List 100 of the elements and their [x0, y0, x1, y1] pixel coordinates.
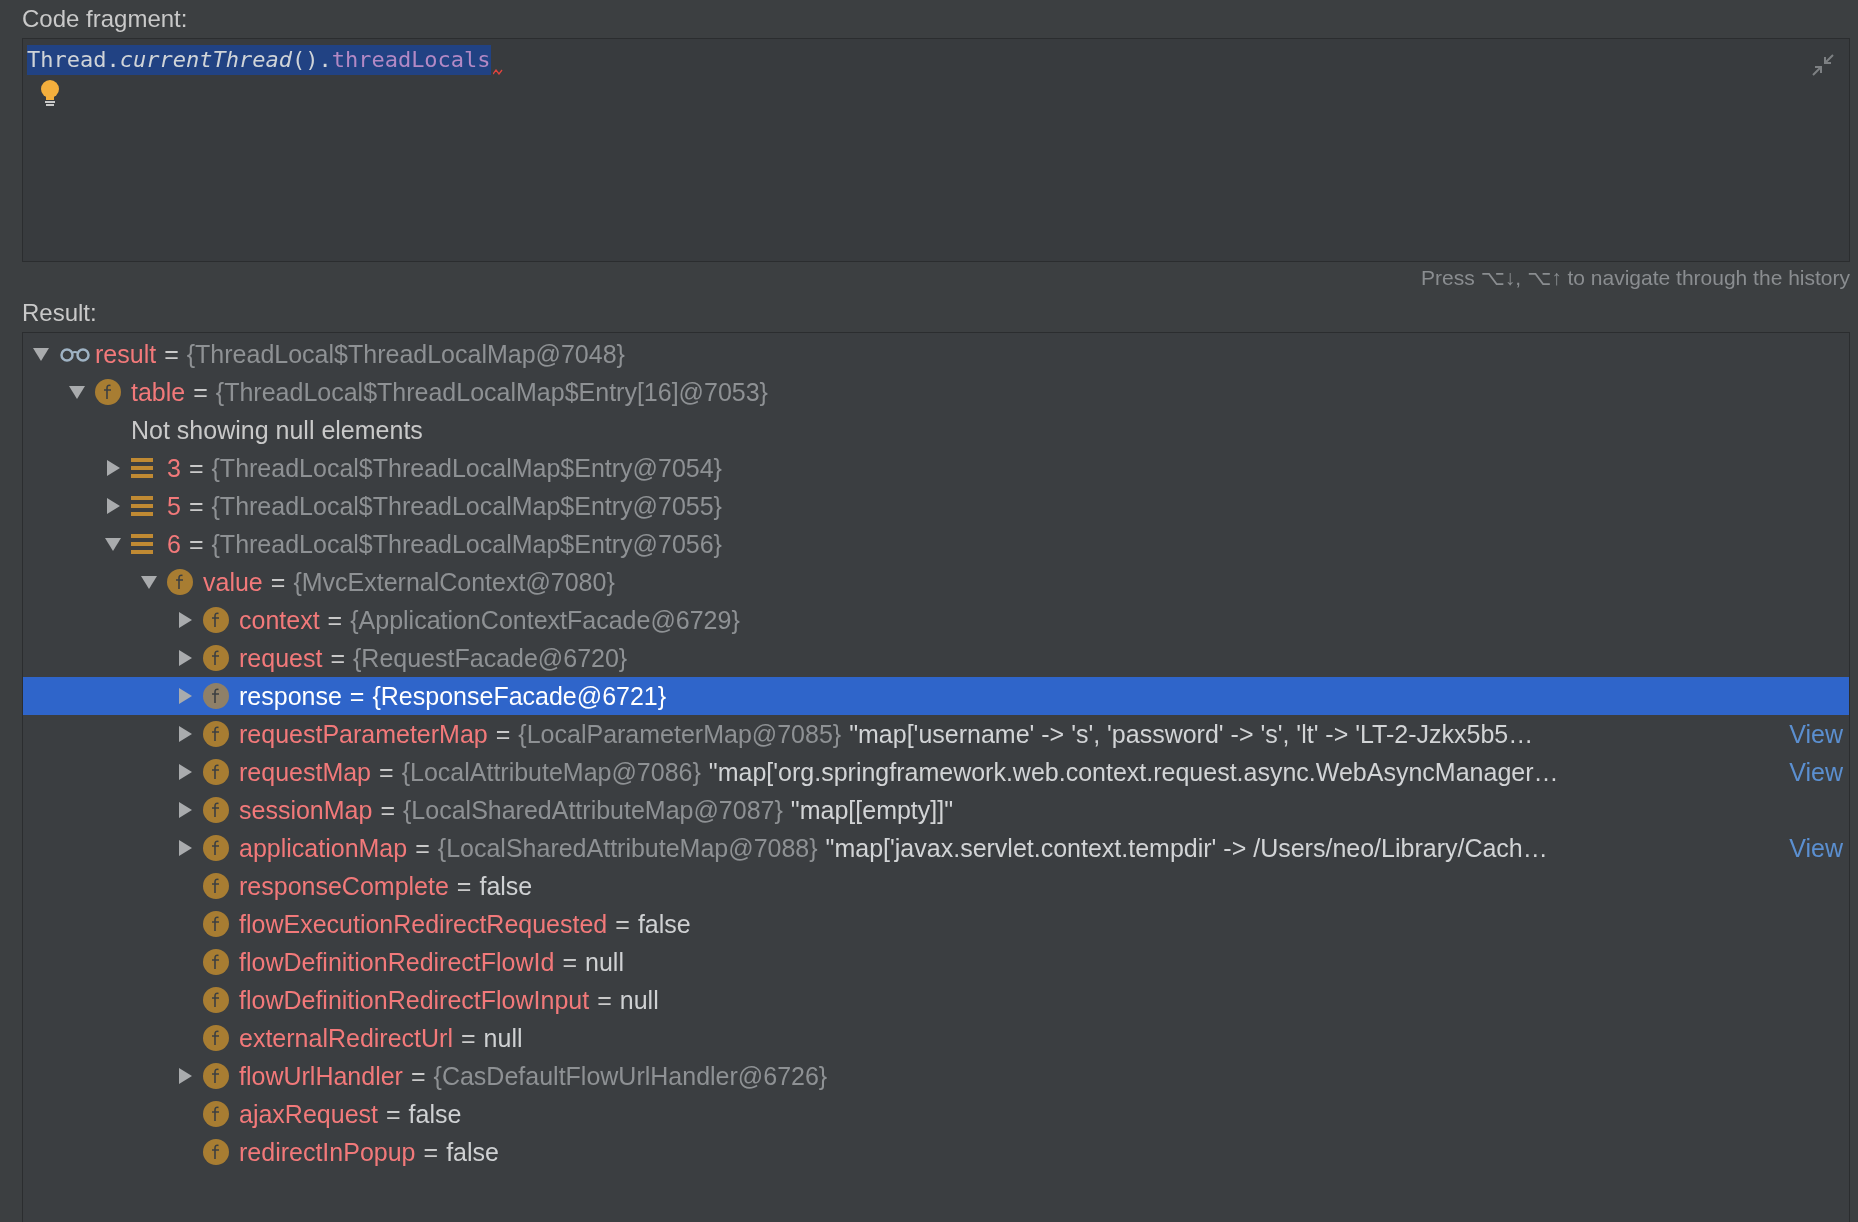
variable-value: null — [483, 1023, 523, 1053]
variable-value: false — [479, 871, 533, 901]
caret-right-icon[interactable] — [177, 802, 193, 818]
tree-row[interactable]: table = {ThreadLocal$ThreadLocalMap$Entry[16]@7053} — [23, 373, 1849, 411]
equals-sign: = — [330, 643, 345, 673]
string-value: "map['org.springframework.web.context.request.async.WebAsyncManager… — [708, 757, 1559, 787]
variable-value: {ApplicationContextFacade@6729} — [350, 605, 740, 635]
field-icon — [203, 949, 229, 975]
variable-value: false — [637, 909, 691, 939]
variable-value: {LocalSharedAttributeMap@7088} — [437, 833, 818, 863]
variable-name: flowDefinitionRedirectFlowInput — [239, 985, 590, 1015]
caret-right-icon[interactable] — [105, 498, 121, 514]
variable-name: context — [239, 605, 320, 635]
equals-sign: = — [349, 681, 365, 711]
variable-name: responseComplete — [239, 871, 449, 901]
array-element-icon — [131, 458, 153, 478]
variable-value: {ThreadLocal$ThreadLocalMap$Entry@7054} — [211, 453, 722, 483]
variable-name: response — [239, 681, 342, 711]
field-icon — [203, 759, 229, 785]
tree-row[interactable]: 3 = {ThreadLocal$ThreadLocalMap$Entry@7054} — [23, 449, 1849, 487]
variable-name: requestMap — [239, 757, 372, 787]
field-icon — [203, 683, 229, 709]
variable-name: sessionMap — [239, 795, 373, 825]
caret-down-icon[interactable] — [141, 574, 157, 590]
variable-name: value — [203, 567, 263, 597]
variable-value: {ThreadLocal$ThreadLocalMap@7048} — [186, 339, 625, 369]
tree-row[interactable]: flowDefinitionRedirectFlowId = null — [23, 943, 1849, 981]
variable-value: {LocalSharedAttributeMap@7087} — [403, 795, 783, 825]
tree-row[interactable]: flowDefinitionRedirectFlowInput = null — [23, 981, 1849, 1019]
equals-sign: = — [327, 605, 343, 635]
tree-row[interactable]: responseComplete = false — [23, 867, 1849, 905]
variable-name: flowDefinitionRedirectFlowId — [239, 947, 555, 977]
field-icon — [203, 721, 229, 747]
equals-sign: = — [188, 491, 204, 521]
variable-name: flowExecutionRedirectRequested — [239, 909, 608, 939]
tree-row[interactable]: externalRedirectUrl = null — [23, 1019, 1849, 1057]
tree-row[interactable]: context = {ApplicationContextFacade@6729} — [23, 601, 1849, 639]
variable-name: requestParameterMap — [239, 719, 488, 749]
tree-row[interactable]: flowExecutionRedirectRequested = false — [23, 905, 1849, 943]
caret-right-icon[interactable] — [177, 764, 193, 780]
caret-right-icon[interactable] — [177, 726, 193, 742]
lightbulb-icon[interactable] — [39, 79, 61, 107]
variable-value: {CasDefaultFlowUrlHandler@6726} — [433, 1061, 828, 1091]
tree-row[interactable]: sessionMap = {LocalSharedAttributeMap@7087} "map[[empty]]" — [23, 791, 1849, 829]
equals-sign: = — [188, 453, 204, 483]
string-value: "map['username' -> 's', 'password' -> 's', 'lt' -> 'LT-2-Jzkx5b5… — [849, 719, 1534, 749]
variable-name: 3 — [167, 453, 181, 483]
glasses-icon — [59, 346, 91, 362]
variable-name: redirectInPopup — [239, 1137, 416, 1167]
caret-right-icon[interactable] — [105, 460, 121, 476]
variable-value: {ThreadLocal$ThreadLocalMap$Entry@7056} — [211, 529, 722, 559]
equals-sign: = — [379, 757, 394, 787]
equals-sign: = — [410, 1061, 426, 1091]
caret-down-icon[interactable] — [33, 346, 49, 362]
tree-row[interactable]: response = {ResponseFacade@6721} — [23, 677, 1849, 715]
tree-row[interactable]: flowUrlHandler = {CasDefaultFlowUrlHandler@6726} — [23, 1057, 1849, 1095]
caret-right-icon[interactable] — [177, 1068, 193, 1084]
field-icon — [203, 987, 229, 1013]
equals-sign: = — [380, 795, 395, 825]
equals-sign: = — [164, 339, 179, 369]
array-element-icon — [131, 534, 153, 554]
section-label: Result: — [22, 298, 98, 328]
equals-sign: = — [270, 567, 286, 597]
tree-row[interactable]: request = {RequestFacade@6720} — [23, 639, 1849, 677]
history-hint: Press ⌥↓, ⌥↑ to navigate through the history — [1420, 265, 1850, 291]
variable-value: {LocalAttributeMap@7086} — [401, 757, 701, 787]
tree-row[interactable]: applicationMap = {LocalSharedAttributeMap@7088} "map['javax.servlet.context.tempdir' -> /Users/neo/Library/Cach… View — [23, 829, 1849, 867]
tree-row[interactable]: redirectInPopup = false — [23, 1133, 1849, 1171]
tree-row[interactable]: requestMap = {LocalAttributeMap@7086} "map['org.springframework.web.context.request.async.WebAsyncManager… View — [23, 753, 1849, 791]
field-icon — [203, 835, 229, 861]
tree-row[interactable]: 5 = {ThreadLocal$ThreadLocalMap$Entry@7055} — [23, 487, 1849, 525]
caret-right-icon[interactable] — [177, 650, 193, 666]
field-icon — [203, 607, 229, 633]
tree-row[interactable]: 6 = {ThreadLocal$ThreadLocalMap$Entry@7056} — [23, 525, 1849, 563]
caret-down-icon[interactable] — [105, 536, 121, 552]
array-element-icon — [131, 496, 153, 516]
collapse-icon[interactable] — [1811, 53, 1835, 77]
variable-value: false — [446, 1137, 499, 1167]
code-editor[interactable]: Thread.currentThread().threadLocals — [22, 38, 1850, 262]
tree-row[interactable]: requestParameterMap = {LocalParameterMap@7085} "map['username' -> 's', 'password' -> 's', 'lt' -> 'LT-2-Jzkx5b5… View — [23, 715, 1849, 753]
tree-row[interactable]: value = {MvcExternalContext@7080} — [23, 563, 1849, 601]
caret-right-icon[interactable] — [177, 840, 193, 856]
string-value: "map['javax.servlet.context.tempdir' -> /Users/neo/Library/Cach… — [825, 833, 1548, 863]
variable-name: 5 — [167, 491, 181, 521]
tree-row[interactable]: ajaxRequest = false — [23, 1095, 1849, 1133]
variable-name: applicationMap — [239, 833, 408, 863]
field-icon — [203, 797, 229, 823]
caret-down-icon[interactable] — [69, 384, 85, 400]
equals-sign: = — [495, 719, 511, 749]
caret-right-icon[interactable] — [177, 612, 193, 628]
string-value: "map[[empty]]" — [790, 795, 954, 825]
field-icon — [95, 379, 121, 405]
variable-name: ajaxRequest — [239, 1099, 378, 1129]
equals-sign: = — [615, 909, 630, 939]
variable-name: table — [131, 377, 186, 407]
tree-row[interactable]: result = {ThreadLocal$ThreadLocalMap@7048} — [23, 335, 1849, 373]
equals-sign: = — [386, 1099, 401, 1129]
tree-row[interactable]: Not showing null elements — [23, 411, 1849, 449]
field-icon — [203, 1101, 229, 1127]
field-icon — [203, 1139, 229, 1165]
